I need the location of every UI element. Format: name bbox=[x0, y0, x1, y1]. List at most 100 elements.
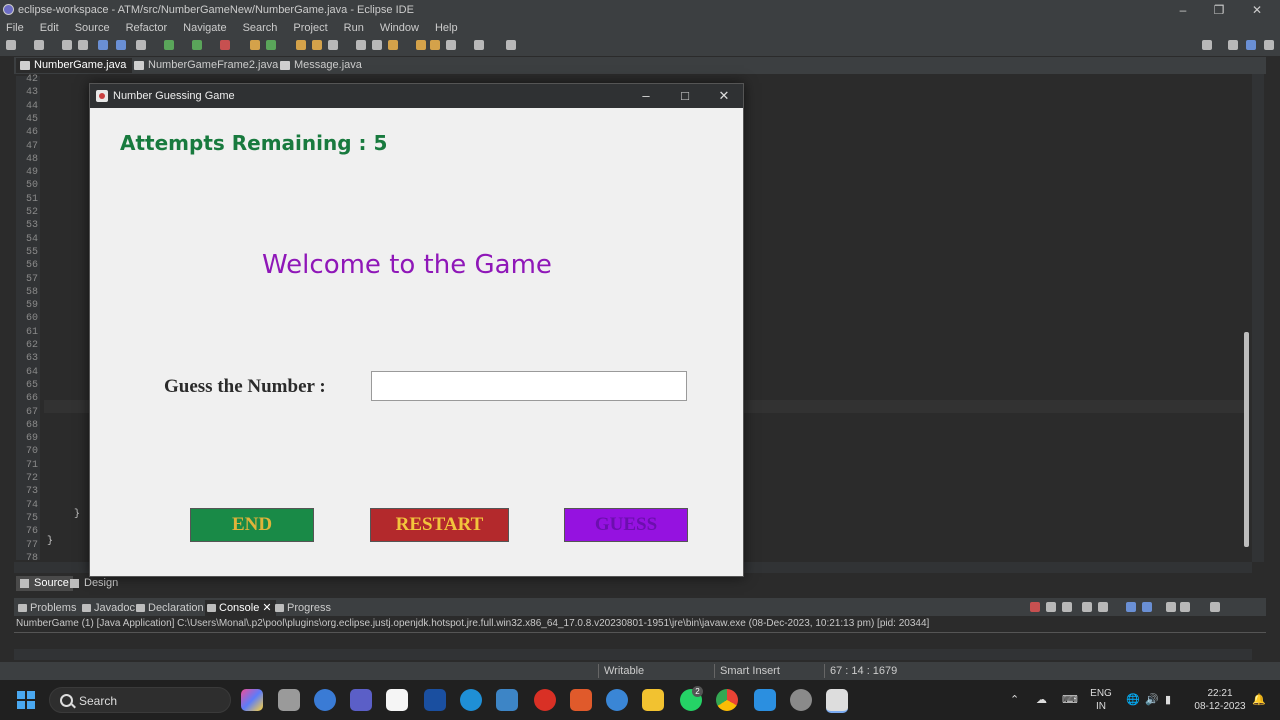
taskbar-search[interactable]: Search bbox=[49, 687, 231, 713]
system-clock[interactable]: 22:21 08-12-2023 bbox=[1192, 687, 1248, 713]
file-explorer-icon[interactable] bbox=[642, 689, 664, 711]
tab-numbergame-java[interactable]: NumberGame.java bbox=[16, 58, 133, 73]
terminal-icon[interactable] bbox=[98, 40, 108, 50]
close-icon[interactable]: ✕ bbox=[716, 88, 732, 104]
menu-edit[interactable]: Edit bbox=[40, 20, 59, 34]
tab-progress[interactable]: Progress bbox=[273, 600, 331, 616]
remove-all-icon[interactable] bbox=[1062, 602, 1072, 612]
close-icon[interactable]: ✕ bbox=[1250, 3, 1264, 17]
language-indicator[interactable]: ENG IN bbox=[1088, 687, 1114, 713]
new-java-project-icon[interactable] bbox=[250, 40, 260, 50]
run-icon[interactable] bbox=[164, 40, 174, 50]
new-icon[interactable] bbox=[6, 40, 16, 50]
menu-source[interactable]: Source bbox=[75, 20, 110, 34]
minimize-icon[interactable]: – bbox=[638, 88, 654, 104]
open-task-icon[interactable] bbox=[328, 40, 338, 50]
edge-icon[interactable] bbox=[460, 689, 482, 711]
end-button[interactable]: END bbox=[190, 508, 314, 542]
notification-bell-icon[interactable]: 🔔 bbox=[1252, 693, 1266, 706]
debug-perspective-icon[interactable] bbox=[1264, 40, 1274, 50]
tab-problems[interactable]: Problems bbox=[16, 600, 76, 616]
volume-icon[interactable]: 🔊 bbox=[1145, 693, 1159, 706]
java-perspective-icon[interactable] bbox=[1246, 40, 1256, 50]
dev-app-icon[interactable] bbox=[424, 689, 446, 711]
restart-button[interactable]: RESTART bbox=[370, 508, 509, 542]
java-app-icon[interactable] bbox=[826, 689, 848, 713]
show-stdout-icon[interactable] bbox=[1126, 602, 1136, 612]
back-icon[interactable] bbox=[446, 40, 456, 50]
remove-launch-icon[interactable] bbox=[1046, 602, 1056, 612]
menu-window[interactable]: Window bbox=[380, 20, 419, 34]
menu-file[interactable]: File bbox=[6, 20, 24, 34]
menu-search[interactable]: Search bbox=[243, 20, 278, 34]
coverage-icon[interactable] bbox=[192, 40, 202, 50]
console-horizontal-scrollbar[interactable] bbox=[14, 649, 1252, 660]
document-app-icon[interactable] bbox=[386, 689, 408, 711]
menu-project[interactable]: Project bbox=[293, 20, 327, 34]
display-console-icon[interactable] bbox=[1180, 602, 1190, 612]
line-number: 66 bbox=[25, 393, 38, 405]
search-quick-access-icon[interactable] bbox=[1202, 40, 1212, 50]
tab-console[interactable]: Console ✕ bbox=[205, 600, 276, 616]
vscode-icon[interactable] bbox=[754, 689, 776, 711]
teams-meet-icon[interactable] bbox=[350, 689, 372, 711]
keyboard-icon[interactable]: ⌨ bbox=[1062, 693, 1078, 706]
open-type-icon[interactable] bbox=[312, 40, 322, 50]
menu-run[interactable]: Run bbox=[344, 20, 364, 34]
battery-icon[interactable]: ▮ bbox=[1165, 693, 1171, 706]
tab-declaration[interactable]: Declaration bbox=[134, 600, 204, 616]
terminate-icon[interactable] bbox=[1030, 602, 1040, 612]
save-icon[interactable] bbox=[34, 40, 44, 50]
open-perspective-icon[interactable] bbox=[1228, 40, 1238, 50]
print-icon[interactable] bbox=[78, 40, 88, 50]
close-icon[interactable]: ✕ bbox=[262, 602, 271, 614]
menu-refactor[interactable]: Refactor bbox=[126, 20, 168, 34]
chevron-up-icon[interactable]: ⌃ bbox=[1010, 693, 1019, 706]
start-button[interactable] bbox=[17, 691, 35, 709]
clock-time: 22:21 bbox=[1207, 688, 1233, 699]
forward-icon[interactable] bbox=[474, 40, 484, 50]
next-annotation-icon[interactable] bbox=[388, 40, 398, 50]
new-class-icon[interactable] bbox=[296, 40, 306, 50]
guess-input[interactable] bbox=[371, 371, 687, 401]
maximize-icon[interactable]: □ bbox=[677, 88, 693, 104]
pin-editor-icon[interactable] bbox=[506, 40, 516, 50]
shapes-app-icon[interactable] bbox=[570, 689, 592, 711]
app-icon[interactable] bbox=[606, 689, 628, 711]
restore-icon[interactable]: ❐ bbox=[1212, 3, 1226, 17]
dialog-title-bar[interactable]: Number Guessing Game – □ ✕ bbox=[90, 84, 743, 108]
guess-button[interactable]: GUESS bbox=[564, 508, 688, 542]
tab-source[interactable]: Source bbox=[16, 576, 73, 591]
pin-console-icon[interactable] bbox=[1166, 602, 1176, 612]
network-icon[interactable]: 🌐 bbox=[1126, 693, 1140, 706]
tab-numbergameframe2-java[interactable]: NumberGameFrame2.java bbox=[130, 58, 284, 73]
annotation-icon[interactable] bbox=[372, 40, 382, 50]
search-tool-icon[interactable] bbox=[356, 40, 366, 50]
task-view-icon[interactable] bbox=[278, 689, 300, 711]
new-package-icon[interactable] bbox=[266, 40, 276, 50]
tab-message-java[interactable]: Message.java bbox=[276, 58, 368, 73]
store-icon[interactable] bbox=[496, 689, 518, 711]
show-stderr-icon[interactable] bbox=[1142, 602, 1152, 612]
prev-edit-icon[interactable] bbox=[416, 40, 426, 50]
recorder-app-icon[interactable] bbox=[534, 689, 556, 711]
copilot-app-icon[interactable] bbox=[241, 689, 263, 711]
scroll-lock-icon[interactable] bbox=[1098, 602, 1108, 612]
save-all-icon[interactable] bbox=[62, 40, 72, 50]
skip-breakpoints-icon[interactable] bbox=[116, 40, 126, 50]
menu-help[interactable]: Help bbox=[435, 20, 458, 34]
clear-console-icon[interactable] bbox=[1082, 602, 1092, 612]
open-console-icon[interactable] bbox=[1210, 602, 1220, 612]
onedrive-icon[interactable]: ☁ bbox=[1036, 693, 1047, 706]
editor-vertical-scrollbar[interactable] bbox=[1244, 332, 1249, 547]
weather-widget-icon[interactable] bbox=[314, 689, 336, 711]
tab-javadoc[interactable]: Javadoc bbox=[80, 600, 135, 616]
menu-navigate[interactable]: Navigate bbox=[183, 20, 226, 34]
debug-icon[interactable] bbox=[136, 40, 146, 50]
settings-gear-icon[interactable] bbox=[790, 689, 812, 711]
external-tools-icon[interactable] bbox=[220, 40, 230, 50]
minimize-icon[interactable]: – bbox=[1176, 3, 1190, 17]
next-edit-icon[interactable] bbox=[430, 40, 440, 50]
chrome-icon[interactable] bbox=[716, 689, 738, 711]
tab-design[interactable]: Design bbox=[66, 576, 118, 591]
